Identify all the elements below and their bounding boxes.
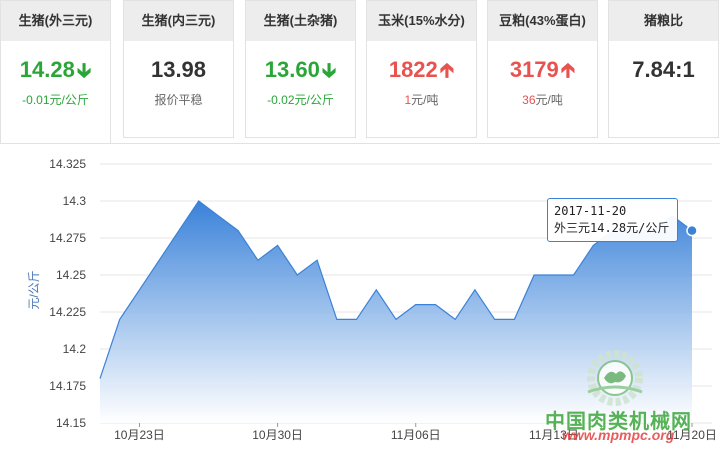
y-tick-label: 14.175 [49, 379, 86, 393]
y-tick-label: 14.15 [56, 416, 86, 430]
tooltip-label: 外三元14.28元/公斤 [554, 221, 670, 235]
series-points [686, 224, 698, 237]
y-tick-label: 14.275 [49, 231, 86, 245]
x-tick-label: 11月06日 [391, 428, 441, 442]
y-tick-label: 14.2 [63, 342, 87, 356]
chart-tooltip: 2017-11-20 外三元14.28元/公斤 [547, 198, 678, 242]
tooltip-date: 2017-11-20 [554, 204, 627, 218]
data-point-highlight[interactable] [686, 224, 698, 237]
y-tick-label: 14.3 [63, 194, 87, 208]
y-tick-label: 14.25 [56, 268, 86, 282]
x-tick-label: 10月30日 [252, 428, 303, 442]
gear-logo-icon [587, 350, 643, 406]
x-tick-label: 10月23日 [114, 428, 165, 442]
watermark-url: www.mpmpc.org [562, 427, 675, 443]
y-tick-label: 14.325 [49, 157, 86, 171]
y-axis-label: 元/公斤 [27, 270, 41, 309]
y-axis-ticks: 14.325 14.3 14.275 14.25 14.225 14.2 14.175 14.… [49, 157, 86, 430]
y-tick-label: 14.225 [49, 305, 86, 319]
